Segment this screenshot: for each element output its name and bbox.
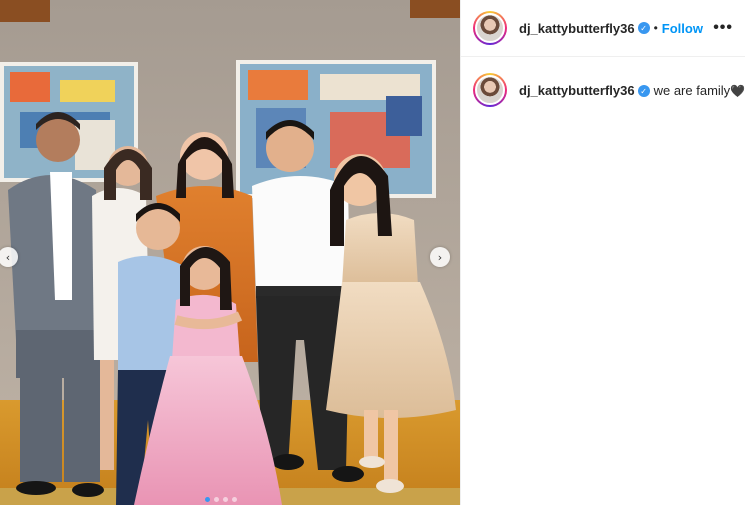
comments-section: dj_kattybutterfly36 ✓ we are family🖤 (461, 57, 745, 123)
caption-avatar[interactable] (473, 73, 507, 107)
caption-username-link[interactable]: dj_kattybutterfly36 (519, 83, 635, 98)
instagram-post: ‹ › dj_kattybutterfly36 ✓ • Follow ••• d… (0, 0, 745, 505)
post-side-panel: dj_kattybutterfly36 ✓ • Follow ••• dj_ka… (460, 0, 745, 505)
slide-dot (223, 497, 228, 502)
avatar-image (475, 13, 505, 43)
follow-button[interactable]: Follow (662, 21, 703, 36)
family-photo (0, 0, 460, 505)
post-media[interactable]: ‹ › (0, 0, 460, 505)
username-link[interactable]: dj_kattybutterfly36 (519, 21, 635, 36)
caption-body: we are family (653, 82, 731, 98)
slide-indicator (205, 497, 237, 502)
avatar-image (475, 75, 505, 105)
verified-badge-icon: ✓ (637, 85, 650, 98)
post-header: dj_kattybutterfly36 ✓ • Follow ••• (461, 0, 745, 57)
caption: dj_kattybutterfly36 ✓ we are family🖤 (473, 73, 745, 107)
black-heart-emoji: 🖤 (730, 83, 745, 98)
more-options-icon[interactable]: ••• (713, 19, 733, 37)
chevron-right-icon[interactable]: › (430, 247, 450, 267)
caption-text: dj_kattybutterfly36 ✓ we are family🖤 (519, 83, 745, 98)
slide-dot (214, 497, 219, 502)
slide-dot (205, 497, 210, 502)
verified-badge-icon: ✓ (637, 22, 650, 34)
slide-dot (232, 497, 237, 502)
header-separator: • (653, 21, 658, 35)
profile-avatar[interactable] (473, 11, 507, 45)
